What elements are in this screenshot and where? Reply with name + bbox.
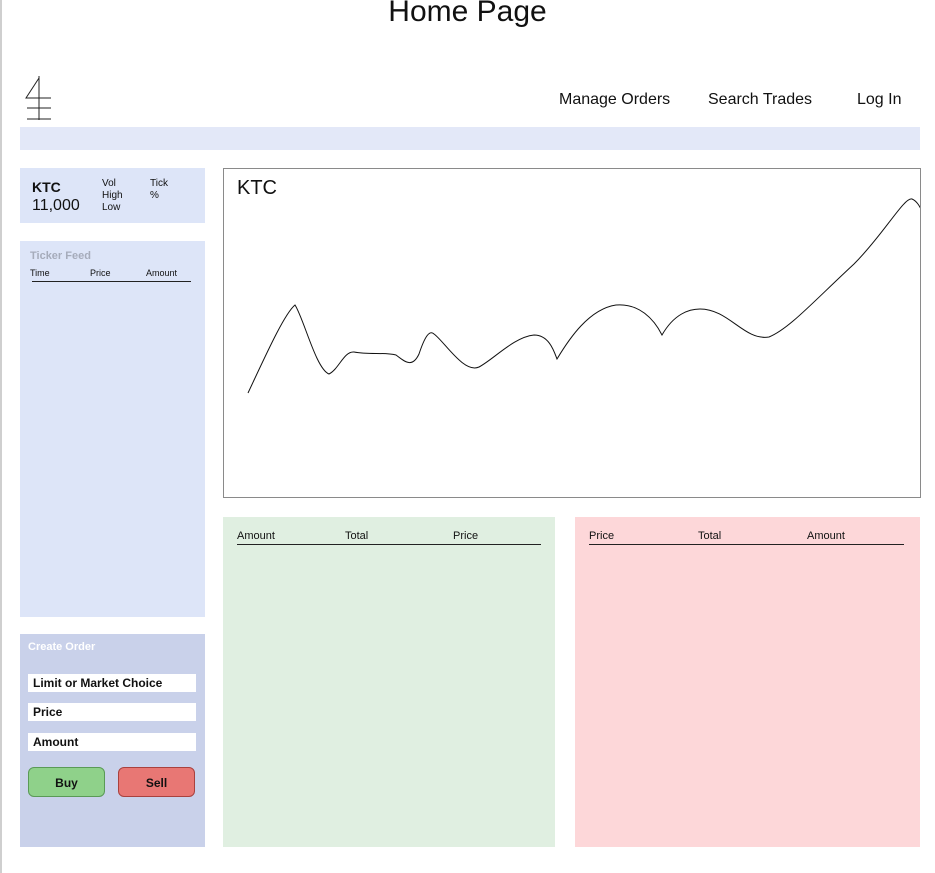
order-type-select[interactable]: Limit or Market Choice [28, 674, 196, 692]
sell-col-total: Total [698, 530, 722, 542]
ticker-price: 11,000 [32, 197, 80, 214]
buy-order-book: Amount Total Price [223, 517, 555, 847]
ticker-feed-panel: Ticker Feed Time Price Amount [20, 241, 205, 617]
ticker-summary: KTC 11,000 Vol High Low Tick % [20, 168, 205, 223]
buy-button[interactable]: Buy [28, 767, 105, 797]
nav-search-trades[interactable]: Search Trades [708, 90, 812, 110]
feed-col-price: Price [90, 268, 111, 278]
header-bar [20, 127, 920, 150]
amount-input[interactable]: Amount [28, 733, 196, 751]
nav-manage-orders[interactable]: Manage Orders [559, 90, 670, 110]
sell-col-price: Price [589, 530, 615, 542]
ticker-feed-title: Ticker Feed [30, 250, 91, 262]
price-line [247, 198, 920, 394]
buy-col-amount: Amount [237, 530, 275, 542]
high-label: High [102, 190, 123, 201]
create-order-title: Create Order [28, 641, 96, 653]
feed-col-amount: Amount [146, 268, 178, 278]
buy-col-total: Total [345, 530, 369, 542]
ticker-symbol: KTC [32, 179, 61, 195]
buy-col-price: Price [453, 530, 479, 542]
sell-button[interactable]: Sell [118, 767, 195, 797]
percent-label: % [150, 190, 159, 201]
sell-header-divider [589, 544, 904, 545]
price-line-chart [247, 198, 920, 394]
buy-header-divider [237, 544, 541, 545]
nav-log-in[interactable]: Log In [857, 90, 901, 110]
low-label: Low [102, 202, 121, 213]
create-order-panel: Create Order Limit or Market Choice Pric… [20, 634, 205, 847]
price-chart[interactable]: KTC [223, 168, 921, 498]
sell-order-book: Price Total Amount [575, 517, 920, 847]
sell-col-amount: Amount [807, 530, 845, 542]
brand-logo-icon[interactable] [24, 74, 54, 122]
window-edge [0, 0, 2, 873]
page-title: Home Page [388, 0, 547, 28]
price-input[interactable]: Price [28, 703, 196, 721]
feed-col-time: Time [30, 268, 50, 278]
feed-header-divider [32, 281, 191, 282]
tick-label: Tick [150, 178, 168, 189]
vol-label: Vol [102, 178, 116, 189]
